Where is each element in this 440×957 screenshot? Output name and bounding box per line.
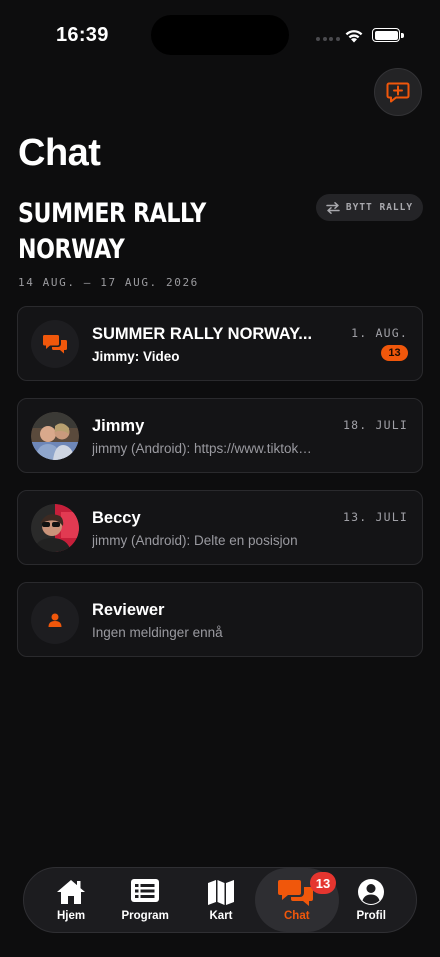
- dynamic-island: [151, 15, 289, 55]
- status-bar: 16:39: [0, 0, 440, 70]
- chat-tab-badge: 13: [310, 872, 336, 894]
- chat-date: 1. AUG.: [351, 326, 408, 340]
- tab-label: Chat: [284, 910, 310, 922]
- chat-item-summer-rally[interactable]: SUMMER RALLY NORWAY... Jimmy: Video 1. A…: [17, 306, 423, 381]
- avatar: [31, 412, 79, 460]
- list-icon: [131, 879, 159, 902]
- rally-name: SUMMER RALLY NORWAY: [18, 198, 206, 265]
- wifi-icon: [345, 30, 363, 43]
- chat-avatar: [31, 596, 79, 644]
- group-chat-icon: [43, 335, 67, 354]
- chat-date: 18. JULI: [343, 418, 408, 432]
- tab-label: Hjem: [57, 910, 86, 922]
- chat-preview: Ingen meldinger ennå: [92, 625, 223, 640]
- chat-preview: jimmy (Android): https://www.tiktok.com: [92, 441, 312, 456]
- tab-label: Profil: [356, 910, 386, 922]
- new-chat-button[interactable]: [374, 68, 422, 116]
- switch-rally-label: BYTT RALLY: [345, 202, 414, 213]
- chat-name: SUMMER RALLY NORWAY...: [92, 325, 313, 343]
- swap-arrows-icon: [326, 201, 340, 214]
- avatar-photo: [31, 412, 79, 460]
- map-icon: [208, 880, 234, 905]
- avatar: [31, 504, 79, 552]
- unread-badge: 13: [381, 345, 408, 361]
- chat-item-jimmy[interactable]: Jimmy jimmy (Android): https://www.tikto…: [17, 398, 423, 473]
- page-title: Chat: [18, 132, 101, 174]
- tab-bar: Hjem Program Kart Chat Profil: [23, 867, 417, 933]
- cellular-signal-icon: [316, 37, 340, 41]
- tab-label: Program: [121, 910, 169, 922]
- tab-kart[interactable]: Kart: [194, 868, 248, 932]
- home-icon: [57, 880, 85, 904]
- tab-program[interactable]: Program: [115, 868, 175, 932]
- tab-hjem[interactable]: Hjem: [46, 868, 96, 932]
- chat-name: Jimmy: [92, 417, 145, 435]
- chat-name: Beccy: [92, 509, 141, 527]
- chat-preview: jimmy (Android): Delte en posisjon: [92, 533, 298, 548]
- battery-icon: [372, 28, 404, 42]
- chat-plus-icon: [386, 82, 410, 103]
- chat-avatar: [31, 320, 79, 368]
- status-time: 16:39: [56, 24, 109, 46]
- profile-icon: [358, 879, 384, 905]
- chat-item-reviewer[interactable]: Reviewer Ingen meldinger ennå: [17, 582, 423, 657]
- chat-item-beccy[interactable]: Beccy jimmy (Android): Delte en posisjon…: [17, 490, 423, 565]
- chat-date: 13. JULI: [343, 510, 408, 524]
- person-icon: [48, 613, 62, 627]
- switch-rally-button[interactable]: BYTT RALLY: [316, 194, 423, 221]
- tab-profil[interactable]: Profil: [351, 868, 391, 932]
- rally-dates: 14 AUG. — 17 AUG. 2026: [18, 276, 199, 289]
- tab-label: Kart: [209, 910, 233, 922]
- chat-name: Reviewer: [92, 601, 165, 619]
- chat-preview: Jimmy: Video: [92, 349, 180, 364]
- avatar-photo: [31, 504, 79, 552]
